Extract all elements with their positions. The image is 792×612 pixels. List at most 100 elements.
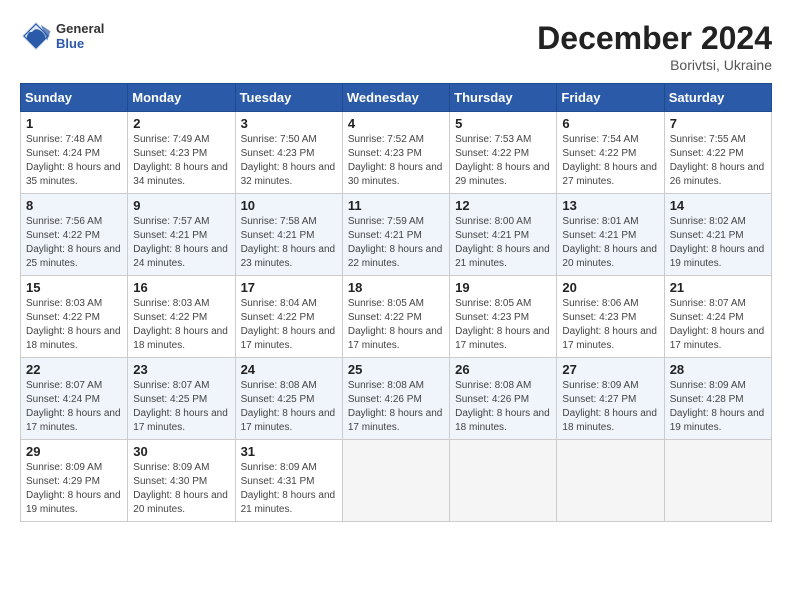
calendar-cell: 3 Sunrise: 7:50 AMSunset: 4:23 PMDaylight… — [235, 112, 342, 194]
day-number: 13 — [562, 198, 658, 213]
calendar-cell: 31 Sunrise: 8:09 AMSunset: 4:31 PMDayligh… — [235, 440, 342, 522]
day-number: 18 — [348, 280, 444, 295]
day-number: 20 — [562, 280, 658, 295]
calendar-cell: 20Sunrise: 8:06 AMSunset: 4:23 PMDayligh… — [557, 276, 664, 358]
day-number: 8 — [26, 198, 122, 213]
day-number: 28 — [670, 362, 766, 377]
calendar-cell: 28 Sunrise: 8:09 AMSunset: 4:28 PMDayligh… — [664, 358, 771, 440]
day-number: 6 — [562, 116, 658, 131]
header-row: Sunday Monday Tuesday Wednesday Thursday… — [21, 84, 772, 112]
logo-icon — [20, 20, 52, 52]
calendar-week-row: 1 Sunrise: 7:48 AMSunset: 4:24 PMDaylight… — [21, 112, 772, 194]
day-number: 30 — [133, 444, 229, 459]
day-number: 5 — [455, 116, 551, 131]
calendar-cell: 15 Sunrise: 8:03 AMSunset: 4:22 PMDayligh… — [21, 276, 128, 358]
calendar-cell: 27Sunrise: 8:09 AMSunset: 4:27 PMDayligh… — [557, 358, 664, 440]
calendar-cell: 2Sunrise: 7:49 AMSunset: 4:23 PMDaylight… — [128, 112, 235, 194]
calendar-cell: 21 Sunrise: 8:07 AMSunset: 4:24 PMDayligh… — [664, 276, 771, 358]
day-info: Sunrise: 8:04 AMSunset: 4:22 PMDaylight:… — [241, 297, 337, 353]
location: Borivtsi, Ukraine — [537, 57, 772, 73]
day-info: Sunrise: 8:07 AMSunset: 4:24 PMDaylight:… — [26, 379, 122, 435]
col-friday: Friday — [557, 84, 664, 112]
day-number: 1 — [26, 116, 122, 131]
day-number: 12 — [455, 198, 551, 213]
calendar-cell: 4 Sunrise: 7:52 AMSunset: 4:23 PMDaylight… — [342, 112, 449, 194]
day-info: Sunrise: 8:08 AMSunset: 4:26 PMDaylight:… — [348, 379, 444, 435]
col-sunday: Sunday — [21, 84, 128, 112]
calendar-week-row: 15 Sunrise: 8:03 AMSunset: 4:22 PMDayligh… — [21, 276, 772, 358]
day-info: Sunrise: 7:52 AMSunset: 4:23 PMDaylight:… — [348, 133, 444, 189]
calendar-cell: 23 Sunrise: 8:07 AMSunset: 4:25 PMDayligh… — [128, 358, 235, 440]
day-number: 7 — [670, 116, 766, 131]
day-number: 27 — [562, 362, 658, 377]
calendar-cell: 19 Sunrise: 8:05 AMSunset: 4:23 PMDayligh… — [450, 276, 557, 358]
calendar-cell: 12Sunrise: 8:00 AMSunset: 4:21 PMDayligh… — [450, 194, 557, 276]
calendar-cell: 30Sunrise: 8:09 AMSunset: 4:30 PMDayligh… — [128, 440, 235, 522]
day-info: Sunrise: 7:48 AMSunset: 4:24 PMDaylight:… — [26, 133, 122, 189]
calendar-cell: 26 Sunrise: 8:08 AMSunset: 4:26 PMDayligh… — [450, 358, 557, 440]
calendar-cell: 17Sunrise: 8:04 AMSunset: 4:22 PMDayligh… — [235, 276, 342, 358]
day-info: Sunrise: 8:07 AMSunset: 4:25 PMDaylight:… — [133, 379, 229, 435]
day-number: 9 — [133, 198, 229, 213]
day-info: Sunrise: 8:03 AMSunset: 4:22 PMDaylight:… — [133, 297, 229, 353]
day-info: Sunrise: 8:08 AMSunset: 4:25 PMDaylight:… — [241, 379, 337, 435]
calendar-cell: 7 Sunrise: 7:55 AMSunset: 4:22 PMDaylight… — [664, 112, 771, 194]
calendar-cell: 8Sunrise: 7:56 AMSunset: 4:22 PMDaylight… — [21, 194, 128, 276]
day-info: Sunrise: 7:55 AMSunset: 4:22 PMDaylight:… — [670, 133, 766, 189]
calendar-cell: 5 Sunrise: 7:53 AMSunset: 4:22 PMDaylight… — [450, 112, 557, 194]
day-info: Sunrise: 7:54 AMSunset: 4:22 PMDaylight:… — [562, 133, 658, 189]
day-number: 16 — [133, 280, 229, 295]
calendar-cell: 24 Sunrise: 8:08 AMSunset: 4:25 PMDayligh… — [235, 358, 342, 440]
day-number: 23 — [133, 362, 229, 377]
day-number: 26 — [455, 362, 551, 377]
day-info: Sunrise: 7:50 AMSunset: 4:23 PMDaylight:… — [241, 133, 337, 189]
day-number: 11 — [348, 198, 444, 213]
day-info: Sunrise: 7:53 AMSunset: 4:22 PMDaylight:… — [455, 133, 551, 189]
day-number: 14 — [670, 198, 766, 213]
col-saturday: Saturday — [664, 84, 771, 112]
col-thursday: Thursday — [450, 84, 557, 112]
calendar-cell: 16 Sunrise: 8:03 AMSunset: 4:22 PMDayligh… — [128, 276, 235, 358]
day-info: Sunrise: 7:57 AMSunset: 4:21 PMDaylight:… — [133, 215, 229, 271]
calendar-table: Sunday Monday Tuesday Wednesday Thursday… — [20, 83, 772, 522]
day-number: 15 — [26, 280, 122, 295]
calendar-cell: 11 Sunrise: 7:59 AMSunset: 4:21 PMDayligh… — [342, 194, 449, 276]
day-info: Sunrise: 7:58 AMSunset: 4:21 PMDaylight:… — [241, 215, 337, 271]
day-info: Sunrise: 8:08 AMSunset: 4:26 PMDaylight:… — [455, 379, 551, 435]
calendar-cell: 22 Sunrise: 8:07 AMSunset: 4:24 PMDayligh… — [21, 358, 128, 440]
calendar-cell — [450, 440, 557, 522]
calendar-cell: 10 Sunrise: 7:58 AMSunset: 4:21 PMDayligh… — [235, 194, 342, 276]
col-tuesday: Tuesday — [235, 84, 342, 112]
calendar-cell — [557, 440, 664, 522]
calendar-cell: 29Sunrise: 8:09 AMSunset: 4:29 PMDayligh… — [21, 440, 128, 522]
calendar-week-row: 8Sunrise: 7:56 AMSunset: 4:22 PMDaylight… — [21, 194, 772, 276]
day-info: Sunrise: 7:59 AMSunset: 4:21 PMDaylight:… — [348, 215, 444, 271]
day-number: 24 — [241, 362, 337, 377]
day-info: Sunrise: 8:05 AMSunset: 4:23 PMDaylight:… — [455, 297, 551, 353]
calendar-cell: 14Sunrise: 8:02 AMSunset: 4:21 PMDayligh… — [664, 194, 771, 276]
day-info: Sunrise: 8:05 AMSunset: 4:22 PMDaylight:… — [348, 297, 444, 353]
col-monday: Monday — [128, 84, 235, 112]
day-info: Sunrise: 8:03 AMSunset: 4:22 PMDaylight:… — [26, 297, 122, 353]
day-number: 3 — [241, 116, 337, 131]
calendar-cell: 1 Sunrise: 7:48 AMSunset: 4:24 PMDaylight… — [21, 112, 128, 194]
calendar-week-row: 29Sunrise: 8:09 AMSunset: 4:29 PMDayligh… — [21, 440, 772, 522]
day-number: 22 — [26, 362, 122, 377]
day-number: 10 — [241, 198, 337, 213]
calendar-cell: 6 Sunrise: 7:54 AMSunset: 4:22 PMDaylight… — [557, 112, 664, 194]
day-number: 4 — [348, 116, 444, 131]
day-number: 21 — [670, 280, 766, 295]
day-info: Sunrise: 8:01 AMSunset: 4:21 PMDaylight:… — [562, 215, 658, 271]
day-info: Sunrise: 8:09 AMSunset: 4:31 PMDaylight:… — [241, 461, 337, 517]
day-number: 2 — [133, 116, 229, 131]
day-number: 31 — [241, 444, 337, 459]
month-title: December 2024 — [537, 20, 772, 57]
page-header: General Blue December 2024 Borivtsi, Ukr… — [20, 20, 772, 73]
day-info: Sunrise: 8:07 AMSunset: 4:24 PMDaylight:… — [670, 297, 766, 353]
day-info: Sunrise: 8:09 AMSunset: 4:28 PMDaylight:… — [670, 379, 766, 435]
day-number: 19 — [455, 280, 551, 295]
day-number: 25 — [348, 362, 444, 377]
title-block: December 2024 Borivtsi, Ukraine — [537, 20, 772, 73]
calendar-cell: 13 Sunrise: 8:01 AMSunset: 4:21 PMDayligh… — [557, 194, 664, 276]
logo-text: General Blue — [56, 21, 104, 51]
